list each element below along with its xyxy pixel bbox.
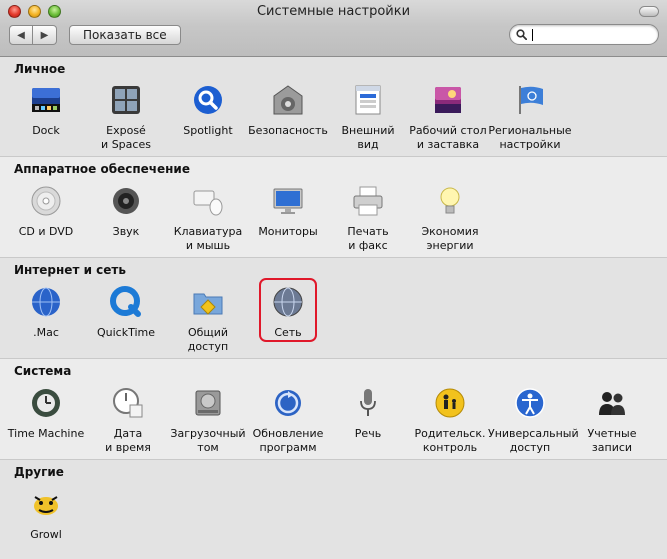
pane-parental-controls[interactable]: Родительск. контроль — [408, 387, 492, 455]
pane-dock[interactable]: Dock — [4, 84, 88, 138]
network-pane-highlight — [259, 278, 317, 342]
section-title-personal: Личное — [14, 62, 66, 76]
pane-label: .Mac — [33, 326, 59, 339]
pane-label: Речь — [354, 427, 382, 440]
quicktime-icon — [110, 286, 141, 317]
pane-speech[interactable]: Речь — [326, 387, 410, 441]
startup-disk-icon — [195, 390, 221, 416]
sound-icon — [113, 188, 139, 214]
pane-label: CD и DVD — [18, 225, 74, 238]
pane-international[interactable]: Региональные настройки — [488, 84, 572, 152]
pane-label: Экономия энергии — [421, 225, 479, 252]
nav-buttons: ◀ ▶ — [9, 25, 57, 45]
pane-label: Звук — [112, 225, 140, 238]
pane-spotlight[interactable]: Spotlight — [166, 84, 250, 138]
pane-label: Дата и время — [105, 427, 151, 454]
spotlight-icon — [194, 86, 222, 114]
dotmac-icon — [32, 287, 60, 317]
section-system: Система Time Machine Дата и время Загруз… — [0, 359, 667, 460]
section-personal: Личное Dock Exposé и Spaces Spotlight Бе… — [0, 57, 667, 157]
software-update-icon — [275, 390, 301, 416]
keyboard-mouse-icon — [193, 190, 223, 216]
pane-label: Growl — [30, 528, 62, 541]
pane-universal-access[interactable]: Универсальный доступ — [488, 387, 579, 455]
cd-dvd-icon — [31, 186, 61, 216]
security-icon — [273, 85, 303, 115]
section-title-system: Система — [14, 364, 72, 378]
pane-energy-saver[interactable]: Экономия энергии — [408, 185, 492, 253]
search-icon — [516, 29, 527, 40]
pane-accounts[interactable]: Учетные записи — [570, 387, 654, 455]
pane-security[interactable]: Безопасность — [246, 84, 330, 138]
pane-label: Региональные настройки — [488, 124, 572, 151]
section-title-hardware: Аппаратное обеспечение — [14, 162, 190, 176]
displays-icon — [273, 188, 303, 214]
parental-controls-icon — [435, 388, 465, 418]
pane-cd-dvd[interactable]: CD и DVD — [4, 185, 88, 239]
pane-label: Родительск. контроль — [414, 427, 486, 454]
accounts-icon — [599, 392, 625, 415]
pane-displays[interactable]: Мониторы — [246, 185, 330, 239]
pane-label: Загрузочный том — [170, 427, 246, 454]
dock-icon — [32, 88, 60, 112]
window-toolbar: Системные настройки ◀ ▶ Показать все — [0, 0, 667, 57]
pane-label: Внешний вид — [341, 124, 395, 151]
toolbar-toggle-button[interactable] — [639, 6, 659, 17]
pane-appearance[interactable]: Внешний вид — [326, 84, 410, 152]
text-cursor — [532, 29, 533, 41]
search-field[interactable] — [509, 24, 659, 45]
section-hardware: Аппаратное обеспечение CD и DVD Звук Кла… — [0, 157, 667, 258]
time-machine-icon — [32, 389, 60, 417]
speech-icon — [360, 389, 376, 416]
pane-label: Универсальный доступ — [488, 427, 579, 454]
pane-label: Time Machine — [7, 427, 85, 440]
pane-label: Клавиатура и мышь — [173, 225, 243, 252]
pane-expose-spaces[interactable]: Exposé и Spaces — [84, 84, 168, 152]
pane-label: Exposé и Spaces — [101, 124, 151, 151]
pane-label: Печать и факс — [347, 225, 389, 252]
energy-saver-icon — [440, 187, 460, 214]
pane-label: Учетные записи — [587, 427, 637, 454]
pane-print-fax[interactable]: Печать и факс — [326, 185, 410, 253]
sharing-icon — [193, 293, 223, 315]
expose-icon — [112, 86, 140, 114]
pane-label: Мониторы — [258, 225, 318, 238]
pane-startup-disk[interactable]: Загрузочный том — [166, 387, 250, 455]
pane-sound[interactable]: Звук — [84, 185, 168, 239]
pane-label: Общий доступ — [187, 326, 229, 353]
universal-access-icon — [515, 388, 545, 418]
section-title-other: Другие — [14, 465, 64, 479]
pane-label: QuickTime — [96, 326, 156, 339]
section-title-internet: Интернет и сеть — [14, 263, 126, 277]
pane-label: Безопасность — [248, 124, 328, 137]
section-other: Другие Growl — [0, 460, 667, 559]
pane-quicktime[interactable]: QuickTime — [84, 286, 168, 340]
show-all-button[interactable]: Показать все — [69, 25, 181, 45]
pane-date-time[interactable]: Дата и время — [86, 387, 170, 455]
pane-label: Рабочий стол и заставка — [409, 124, 487, 151]
appearance-icon — [355, 85, 381, 115]
date-time-icon — [113, 388, 143, 418]
pane-time-machine[interactable]: Time Machine — [4, 387, 88, 441]
section-internet-network: Интернет и сеть .Mac QuickTime Общий дос… — [0, 258, 667, 359]
print-fax-icon — [353, 186, 383, 216]
back-button[interactable]: ◀ — [9, 25, 33, 45]
pane-label: Dock — [32, 124, 60, 137]
pane-dotmac[interactable]: .Mac — [4, 286, 88, 340]
back-arrow-icon: ◀ — [17, 29, 25, 41]
international-icon — [519, 86, 543, 114]
pane-software-update[interactable]: Обновление программ — [246, 387, 330, 455]
pane-label: Обновление программ — [252, 427, 324, 454]
growl-icon — [34, 496, 58, 515]
pane-sharing[interactable]: Общий доступ — [166, 286, 250, 354]
pane-label: Spotlight — [183, 124, 233, 137]
window-title: Системные настройки — [256, 4, 411, 19]
pane-desktop-screensaver[interactable]: Рабочий стол и заставка — [406, 84, 490, 152]
pane-keyboard-mouse[interactable]: Клавиатура и мышь — [166, 185, 250, 253]
forward-button[interactable]: ▶ — [33, 25, 57, 45]
system-preferences-window: Системные настройки ◀ ▶ Показать все Лич… — [0, 0, 667, 559]
pane-growl[interactable]: Growl — [4, 488, 88, 542]
forward-arrow-icon: ▶ — [40, 29, 49, 41]
desktop-icon — [435, 87, 461, 113]
